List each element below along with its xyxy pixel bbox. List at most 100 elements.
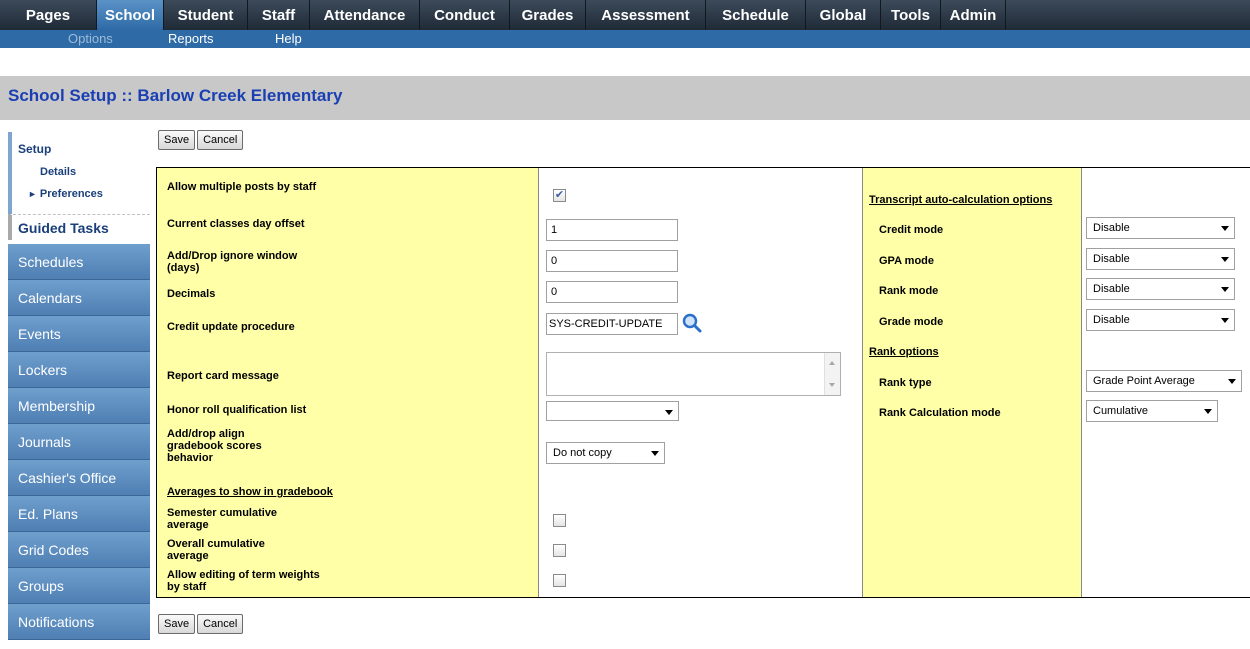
decimals-input[interactable]	[546, 281, 678, 303]
sidebar-guided-tasks[interactable]: Guided Tasks	[8, 214, 150, 240]
add-drop-align-select[interactable]: Do not copy	[546, 442, 665, 464]
honor-roll-label: Honor roll qualification list	[167, 404, 307, 416]
allow-multiple-posts-label: Allow multiple posts by staff	[167, 181, 317, 193]
allow-editing-weights-label: Allow editing of term weights by staff	[167, 569, 320, 593]
cancel-button[interactable]: Cancel	[197, 130, 244, 150]
save-button[interactable]: Save	[158, 130, 196, 150]
grade-mode-label: Grade mode	[879, 316, 944, 328]
form-labels-column: Allow multiple posts by staff Current cl…	[156, 168, 539, 597]
tab-conduct[interactable]: Conduct	[420, 0, 510, 30]
report-card-message-label: Report card message	[167, 370, 279, 382]
rank-type-select-value: Grade Point Average	[1093, 375, 1195, 387]
page-title-prefix: School Setup	[8, 86, 117, 105]
decimals-label: Decimals	[167, 288, 216, 300]
chevron-down-icon	[1204, 409, 1212, 414]
triangle-right-icon: ►	[28, 189, 37, 199]
rank-mode-label: Rank mode	[879, 285, 939, 297]
checkmark-icon: ✔	[554, 189, 565, 201]
sidebar-item-calendars[interactable]: Calendars	[8, 280, 150, 316]
sidebar-item-schedules[interactable]: Schedules	[8, 244, 150, 280]
subnav-help[interactable]: Help	[275, 31, 302, 46]
tab-global[interactable]: Global	[806, 0, 881, 30]
textarea-scrollbar[interactable]	[824, 353, 840, 395]
subnav-reports[interactable]: Reports	[168, 31, 214, 46]
sidebar-item-membership[interactable]: Membership	[8, 388, 150, 424]
tab-attendance[interactable]: Attendance	[310, 0, 420, 30]
current-classes-offset-label: Current classes day offset	[167, 218, 305, 230]
tab-student[interactable]: Student	[164, 0, 248, 30]
tab-tools[interactable]: Tools	[881, 0, 941, 30]
add-drop-ignore-label: Add/Drop ignore window (days)	[167, 250, 298, 274]
transcript-header: Transcript auto-calculation options	[869, 194, 1053, 206]
sidebar-setup-heading[interactable]: Setup	[18, 142, 51, 156]
sidebar-item-preferences-label: Preferences	[39, 188, 103, 200]
sidebar-list: Schedules Calendars Events Lockers Membe…	[8, 244, 150, 640]
sidebar-item-preferences[interactable]: ► Preferences	[28, 188, 103, 200]
cancel-button-bottom[interactable]: Cancel	[197, 614, 244, 634]
sidebar-item-cashiers-office[interactable]: Cashier's Office	[8, 460, 150, 496]
subnav-options[interactable]: Options	[68, 31, 113, 46]
rank-type-label: Rank type	[879, 377, 932, 389]
sidebar-item-journals[interactable]: Journals	[8, 424, 150, 460]
main-nav: Pages School Student Staff Attendance Co…	[0, 0, 1250, 30]
page-title-bar: School Setup :: Barlow Creek Elementary	[0, 76, 1250, 120]
transcript-inputs-column: Disable Disable Disable Disable Grade Po…	[1082, 168, 1250, 597]
tab-admin[interactable]: Admin	[941, 0, 1006, 30]
add-drop-ignore-input[interactable]	[546, 250, 678, 272]
sidebar-item-groups[interactable]: Groups	[8, 568, 150, 604]
tab-pages[interactable]: Pages	[0, 0, 97, 30]
credit-mode-label: Credit mode	[879, 224, 944, 236]
scroll-down-icon[interactable]	[829, 383, 835, 387]
honor-roll-select[interactable]	[546, 401, 679, 421]
search-icon[interactable]	[681, 312, 703, 334]
transcript-labels-column: Transcript auto-calculation options Cred…	[863, 168, 1082, 597]
current-classes-offset-input[interactable]	[546, 219, 678, 241]
chevron-down-icon	[665, 410, 673, 415]
page-title-school: Barlow Creek Elementary	[137, 86, 343, 105]
top-button-row: Save Cancel	[158, 130, 244, 150]
add-drop-align-label: Add/drop align gradebook scores behavior	[167, 428, 262, 464]
rank-mode-select-value: Disable	[1093, 283, 1130, 295]
page-title: School Setup :: Barlow Creek Elementary	[8, 86, 342, 106]
gpa-mode-label: GPA mode	[879, 255, 935, 267]
sidebar-guided-tasks-label: Guided Tasks	[18, 220, 109, 236]
credit-update-label: Credit update procedure	[167, 321, 295, 333]
overall-cumulative-checkbox[interactable]	[553, 544, 566, 557]
rank-mode-select[interactable]: Disable	[1086, 278, 1235, 300]
gpa-mode-select[interactable]: Disable	[1086, 248, 1235, 270]
scroll-up-icon[interactable]	[829, 361, 835, 365]
sidebar-item-grid-codes[interactable]: Grid Codes	[8, 532, 150, 568]
averages-header: Averages to show in gradebook	[167, 486, 333, 498]
credit-mode-select[interactable]: Disable	[1086, 217, 1235, 239]
allow-editing-weights-checkbox[interactable]	[553, 574, 566, 587]
bottom-button-row: Save Cancel	[158, 614, 244, 634]
allow-multiple-posts-checkbox[interactable]: ✔	[553, 189, 566, 202]
sidebar: Setup Details ► Preferences Guided Tasks …	[8, 132, 150, 649]
tab-school[interactable]: School	[97, 0, 164, 30]
credit-update-input[interactable]	[546, 313, 678, 335]
chevron-down-icon	[1228, 379, 1236, 384]
chevron-down-icon	[1221, 226, 1229, 231]
save-button-bottom[interactable]: Save	[158, 614, 196, 634]
rank-calc-mode-select[interactable]: Cumulative	[1086, 400, 1218, 422]
chevron-down-icon	[1221, 257, 1229, 262]
sidebar-item-notifications[interactable]: Notifications	[8, 604, 150, 640]
sidebar-setup-section: Setup Details ► Preferences	[8, 132, 150, 214]
semester-cumulative-checkbox[interactable]	[553, 514, 566, 527]
sidebar-item-details[interactable]: Details	[40, 166, 76, 178]
grade-mode-select[interactable]: Disable	[1086, 309, 1235, 331]
sidebar-item-events[interactable]: Events	[8, 316, 150, 352]
sidebar-item-lockers[interactable]: Lockers	[8, 352, 150, 388]
tab-grades[interactable]: Grades	[510, 0, 586, 30]
overall-cumulative-label: Overall cumulative average	[167, 538, 265, 562]
tab-schedule[interactable]: Schedule	[706, 0, 806, 30]
tab-assessment[interactable]: Assessment	[586, 0, 706, 30]
sidebar-item-ed-plans[interactable]: Ed. Plans	[8, 496, 150, 532]
report-card-message-textarea[interactable]	[546, 352, 841, 396]
preferences-form: Allow multiple posts by staff Current cl…	[156, 167, 1250, 598]
rank-type-select[interactable]: Grade Point Average	[1086, 370, 1242, 392]
rank-calc-mode-select-value: Cumulative	[1093, 405, 1149, 417]
tab-staff[interactable]: Staff	[248, 0, 310, 30]
sub-nav: Options Reports Help	[0, 30, 1250, 48]
credit-mode-select-value: Disable	[1093, 222, 1130, 234]
